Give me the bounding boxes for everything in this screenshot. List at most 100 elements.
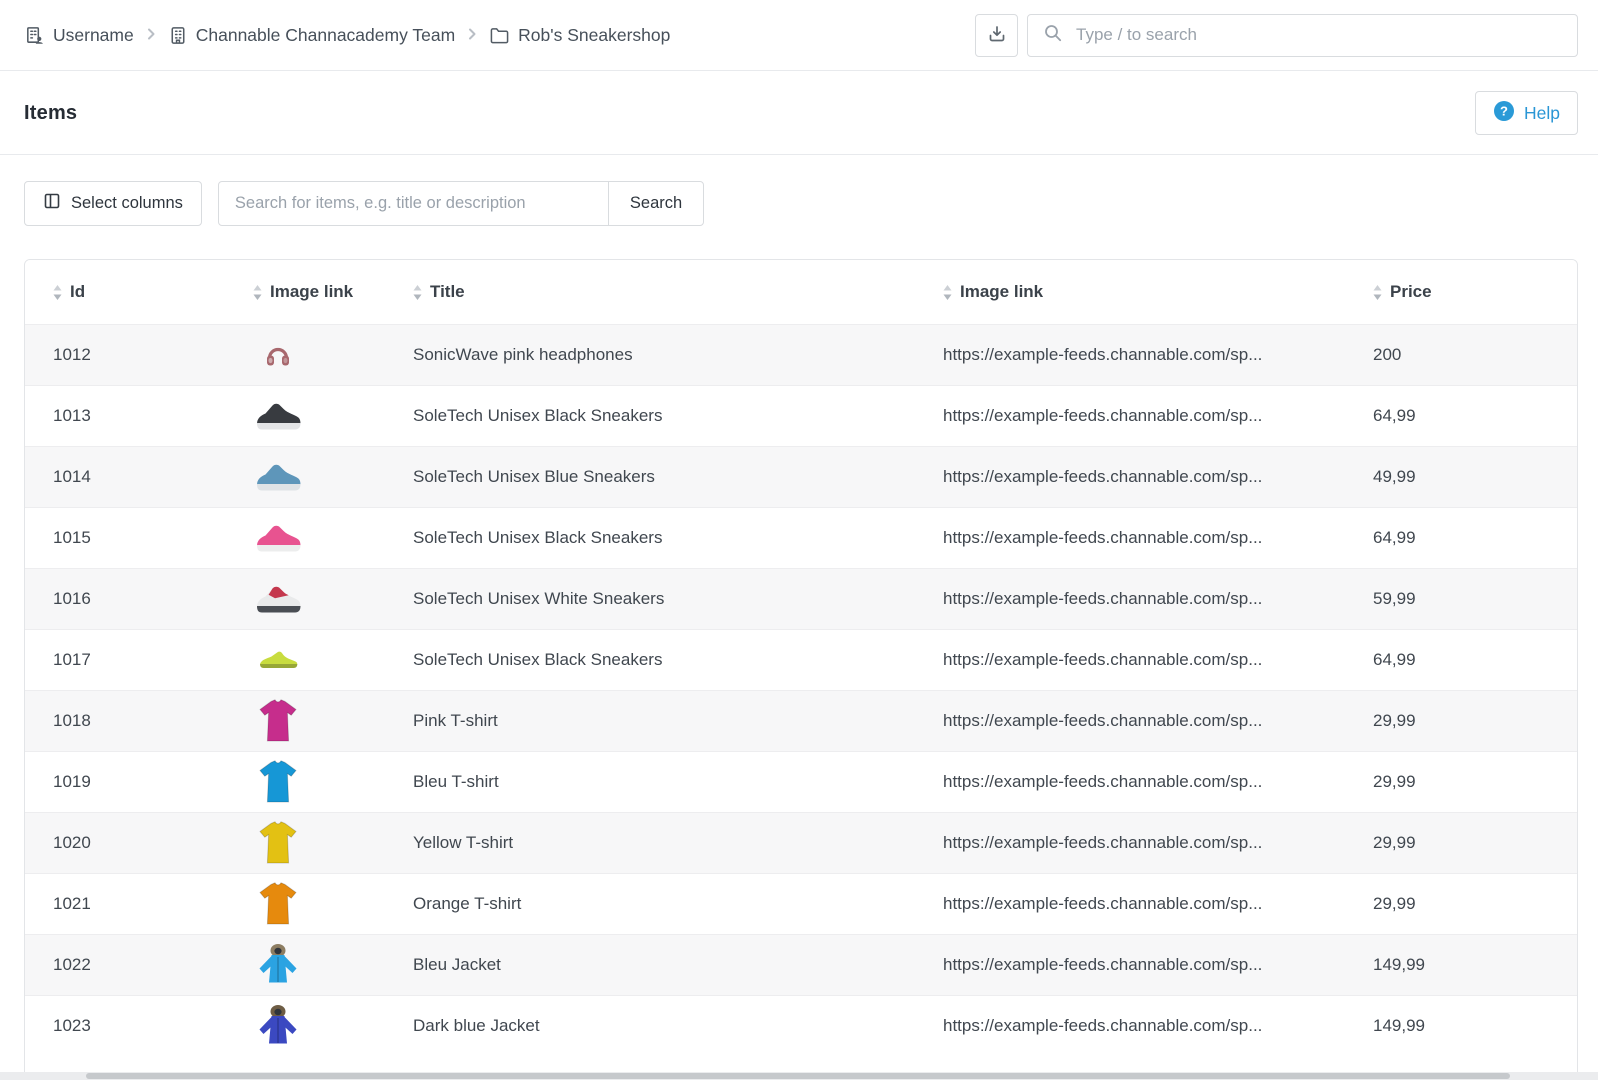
cell-price: 64,99 [1345, 650, 1577, 670]
search-icon [1043, 23, 1063, 48]
breadcrumb-item-team[interactable]: Channable Channacademy Team [168, 25, 455, 46]
help-icon: ? [1493, 100, 1515, 127]
table-header-row: IdImage linkTitleImage linkPrice [25, 260, 1577, 324]
global-search [1027, 14, 1578, 57]
cell-price: 49,99 [1345, 467, 1577, 487]
cell-image-link: https://example-feeds.channable.com/sp..… [915, 467, 1345, 487]
topbar-actions [975, 14, 1578, 57]
cell-image [225, 940, 385, 990]
cell-image [225, 513, 385, 563]
cell-price: 149,99 [1345, 955, 1577, 975]
scrollbar-thumb[interactable] [86, 1073, 1510, 1079]
cell-title: Bleu Jacket [385, 955, 915, 975]
product-image [253, 635, 303, 685]
product-image [253, 330, 303, 380]
table-row[interactable]: 1012 SonicWave pink headphoneshttps://ex… [25, 324, 1577, 385]
column-header-label: Image link [960, 282, 1043, 302]
table-row[interactable]: 1020 Yellow T-shirthttps://example-feeds… [25, 812, 1577, 873]
cell-price: 64,99 [1345, 406, 1577, 426]
select-columns-label: Select columns [71, 194, 183, 213]
cell-id: 1012 [25, 345, 225, 365]
product-image [253, 818, 303, 868]
cell-image-link: https://example-feeds.channable.com/sp..… [915, 833, 1345, 853]
cell-image-link: https://example-feeds.channable.com/sp..… [915, 345, 1345, 365]
cell-price: 29,99 [1345, 833, 1577, 853]
table-row[interactable]: 1018 Pink T-shirthttps://example-feeds.c… [25, 690, 1577, 751]
sort-icon [53, 285, 62, 300]
table-row[interactable]: 1021 Orange T-shirthttps://example-feeds… [25, 873, 1577, 934]
cell-image [225, 635, 385, 685]
cell-image-link: https://example-feeds.channable.com/sp..… [915, 772, 1345, 792]
table-row[interactable]: 1015 SoleTech Unisex Black Sneakershttps… [25, 507, 1577, 568]
cell-id: 1013 [25, 406, 225, 426]
organization-icon [24, 25, 45, 46]
table-row[interactable]: 1013 SoleTech Unisex Black Sneakershttps… [25, 385, 1577, 446]
cell-id: 1015 [25, 528, 225, 548]
select-columns-button[interactable]: Select columns [24, 181, 202, 226]
product-image [253, 696, 303, 746]
table-controls: Select columns Search [24, 181, 704, 226]
cell-price: 64,99 [1345, 528, 1577, 548]
column-header-price[interactable]: Price [1345, 282, 1577, 302]
cell-image-link: https://example-feeds.channable.com/sp..… [915, 1016, 1345, 1036]
cell-id: 1021 [25, 894, 225, 914]
breadcrumb-label: Channable Channacademy Team [196, 25, 455, 46]
column-header-label: Id [70, 282, 85, 302]
table-row[interactable]: 1014 SoleTech Unisex Blue Sneakershttps:… [25, 446, 1577, 507]
cell-image [225, 757, 385, 807]
item-search-input[interactable] [218, 181, 609, 226]
cell-image-link: https://example-feeds.channable.com/sp..… [915, 894, 1345, 914]
breadcrumb-label: Username [53, 25, 134, 46]
cell-image-link: https://example-feeds.channable.com/sp..… [915, 650, 1345, 670]
table-row[interactable]: 1023 Dark blue Jackethttps://example-fee… [25, 995, 1577, 1056]
cell-image [225, 330, 385, 380]
cell-image [225, 574, 385, 624]
cell-image-link: https://example-feeds.channable.com/sp..… [915, 528, 1345, 548]
product-image [253, 757, 303, 807]
breadcrumb: Username Channable Channacademy Team [24, 25, 670, 46]
page: Username Channable Channacademy Team [0, 0, 1598, 1080]
column-header-title[interactable]: Title [385, 282, 915, 302]
cell-id: 1014 [25, 467, 225, 487]
cell-id: 1020 [25, 833, 225, 853]
columns-icon [43, 192, 61, 215]
cell-title: SoleTech Unisex Blue Sneakers [385, 467, 915, 487]
cell-image [225, 696, 385, 746]
chevron-right-icon [144, 25, 158, 46]
column-header-image-link[interactable]: Image link [225, 282, 385, 302]
svg-text:?: ? [1500, 103, 1508, 118]
search-button[interactable]: Search [608, 181, 704, 226]
help-button[interactable]: ? Help [1475, 91, 1578, 135]
sort-icon [253, 285, 262, 300]
cell-id: 1019 [25, 772, 225, 792]
cell-id: 1017 [25, 650, 225, 670]
column-header-image-link[interactable]: Image link [915, 282, 1345, 302]
cell-title: SoleTech Unisex Black Sneakers [385, 528, 915, 548]
cell-image-link: https://example-feeds.channable.com/sp..… [915, 406, 1345, 426]
product-image [253, 452, 303, 502]
cell-image [225, 452, 385, 502]
cell-price: 200 [1345, 345, 1577, 365]
cell-image-link: https://example-feeds.channable.com/sp..… [915, 955, 1345, 975]
chevron-right-icon [465, 25, 479, 46]
cell-price: 29,99 [1345, 711, 1577, 731]
download-button[interactable] [975, 14, 1018, 57]
column-header-id[interactable]: Id [25, 282, 225, 302]
table-row[interactable]: 1017 SoleTech Unisex Black Sneakershttps… [25, 629, 1577, 690]
cell-image [225, 818, 385, 868]
table-body: 1012 SonicWave pink headphoneshttps://ex… [25, 324, 1577, 1056]
table-row[interactable]: 1019 Bleu T-shirthttps://example-feeds.c… [25, 751, 1577, 812]
cell-id: 1022 [25, 955, 225, 975]
breadcrumb-item-project[interactable]: Rob's Sneakershop [489, 25, 670, 46]
table-row[interactable]: 1022 Bleu Jackethttps://example-feeds.ch… [25, 934, 1577, 995]
table-row[interactable]: 1016 SoleTech Unisex White Sneakershttps… [25, 568, 1577, 629]
breadcrumb-item-username[interactable]: Username [24, 25, 134, 46]
breadcrumb-label: Rob's Sneakershop [518, 25, 670, 46]
cell-id: 1023 [25, 1016, 225, 1036]
global-search-input[interactable] [1074, 24, 1562, 46]
column-header-label: Price [1390, 282, 1432, 302]
cell-price: 59,99 [1345, 589, 1577, 609]
product-image [253, 574, 303, 624]
cell-image [225, 391, 385, 441]
sort-icon [413, 285, 422, 300]
